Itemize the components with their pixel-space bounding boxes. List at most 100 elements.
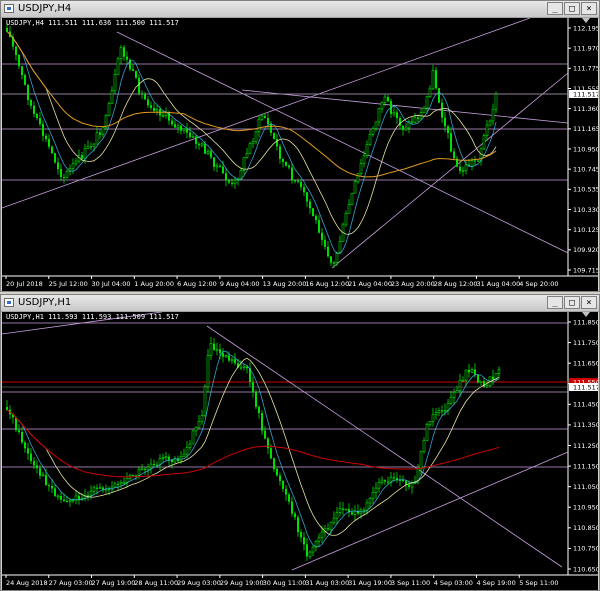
time-label: 6 Aug 12:00 (177, 280, 217, 288)
minimize-button[interactable]: _ (547, 296, 563, 309)
candle-bear (477, 374, 479, 383)
candle-bear (219, 349, 221, 354)
candle-bull (176, 125, 180, 128)
candle-bull (230, 359, 234, 361)
candle-bear (306, 192, 308, 202)
candle-bear (99, 132, 101, 135)
candle-bear (231, 182, 233, 184)
candle-bull (161, 115, 165, 117)
close-button[interactable]: × (581, 2, 597, 15)
candle-bull (470, 160, 474, 167)
candle-bear (312, 208, 314, 217)
candle-bull (464, 164, 468, 171)
candle-bear (402, 125, 404, 130)
candle-bull (125, 478, 129, 483)
chart-shift-icon[interactable] (582, 312, 590, 317)
price-label: 111.775 (573, 65, 598, 73)
candle-bear (276, 469, 278, 476)
time-label: 4 Sep 19:00 (476, 579, 515, 587)
candle-bear (198, 143, 200, 146)
candle-bull (470, 369, 474, 373)
trend-line (2, 18, 531, 209)
chart-window-icon (4, 298, 14, 307)
candle-bear (438, 88, 440, 103)
candle-bull (92, 143, 96, 148)
candle-bull (158, 458, 162, 466)
candle-bear (21, 66, 23, 76)
chart-window-h4[interactable]: USDJPY,H4 _ □ × 112.195 111.970 111.775 111… (0, 0, 600, 292)
candle-bull (371, 492, 375, 499)
candle-bear (102, 487, 104, 490)
candle-bull (404, 127, 408, 131)
candle-bear (180, 125, 182, 131)
close-button[interactable]: × (581, 296, 597, 309)
candle-bear (321, 232, 323, 240)
candle-bull (368, 134, 372, 145)
candle-bear (156, 464, 158, 466)
candle-bull (134, 474, 138, 477)
candle-bull (422, 107, 426, 113)
candle-bear (270, 448, 272, 459)
time-label: 4 Sep 03:00 (434, 579, 473, 587)
chart-shift-icon[interactable] (582, 18, 590, 23)
candle-bear (306, 544, 308, 557)
maximize-button[interactable]: □ (564, 2, 580, 15)
candle-bull (242, 157, 246, 171)
candle-bear (135, 71, 137, 78)
candle-bear (393, 477, 395, 479)
candle-bull (455, 390, 459, 393)
price-chart-h1[interactable]: 111.850111.750111.650111.550111.450111.3… (2, 312, 598, 590)
candle-bear (315, 216, 317, 221)
price-label: 111.450 (573, 401, 598, 409)
candle-bear (474, 369, 476, 375)
candle-bear (219, 165, 221, 167)
time-label: 31 Aug 04:00 (476, 280, 520, 288)
candle-bear (273, 458, 275, 470)
time-label: 27 Aug 03:00 (49, 579, 93, 587)
candle-bear (132, 475, 134, 477)
time-label: 27 Aug 19:00 (92, 579, 136, 587)
candle-bull (338, 241, 342, 253)
candle-bear (123, 47, 125, 57)
title-bar-h1[interactable]: USDJPY,H1 _ □ × (1, 295, 599, 312)
candle-bear (51, 485, 53, 489)
candle-bull (332, 517, 336, 523)
candle-bull (68, 499, 72, 503)
candle-bull (428, 421, 432, 425)
candle-bull (362, 155, 366, 164)
candle-bear (18, 55, 20, 67)
candle-bear (351, 512, 353, 515)
candle-bear (279, 146, 281, 159)
candle-bull (347, 204, 351, 214)
chart-canvas-h4[interactable]: 112.195111.970111.775111.555111.360111.1… (2, 18, 598, 291)
candle-bear (264, 116, 266, 119)
minimize-button[interactable]: _ (547, 2, 563, 15)
candle-bear (228, 180, 230, 183)
candle-bear (444, 117, 446, 127)
time-label: 24 Aug 2018 (6, 579, 48, 587)
chart-window-h1[interactable]: USDJPY,H1 _ □ × 111.850 111.750 111.650 111… (0, 294, 600, 591)
maximize-button[interactable]: □ (564, 296, 580, 309)
title-bar-h4[interactable]: USDJPY,H4 _ □ × (1, 1, 599, 18)
price-label: 109.715 (573, 266, 598, 274)
price-label: 111.150 (573, 462, 598, 470)
price-label: 110.125 (573, 226, 598, 234)
price-label: 111.050 (573, 483, 598, 491)
candle-bear (15, 46, 17, 56)
candle-bull (116, 58, 120, 75)
chart-canvas-h1[interactable]: 111.850111.750111.650111.550111.450111.3… (2, 312, 598, 590)
candle-bear (147, 99, 149, 106)
candle-bear (90, 146, 92, 148)
candle-bull (191, 136, 195, 138)
candle-bull (392, 112, 396, 115)
symbol-info-h1: USDJPY,H1 111.593 111.593 111.509 111.51… (6, 313, 179, 321)
candle-bear (117, 483, 119, 485)
candle-bear (270, 124, 272, 133)
candle-bear (39, 117, 41, 125)
price-chart-h4[interactable]: 112.195 111.970 111.775 111.555 111.360 111.1… (2, 18, 598, 291)
time-label: 13 Aug 20:00 (263, 280, 307, 288)
candle-bull (452, 391, 456, 398)
candle-bear (213, 343, 215, 350)
candle-bear (450, 133, 452, 152)
candle-bear (483, 381, 485, 388)
